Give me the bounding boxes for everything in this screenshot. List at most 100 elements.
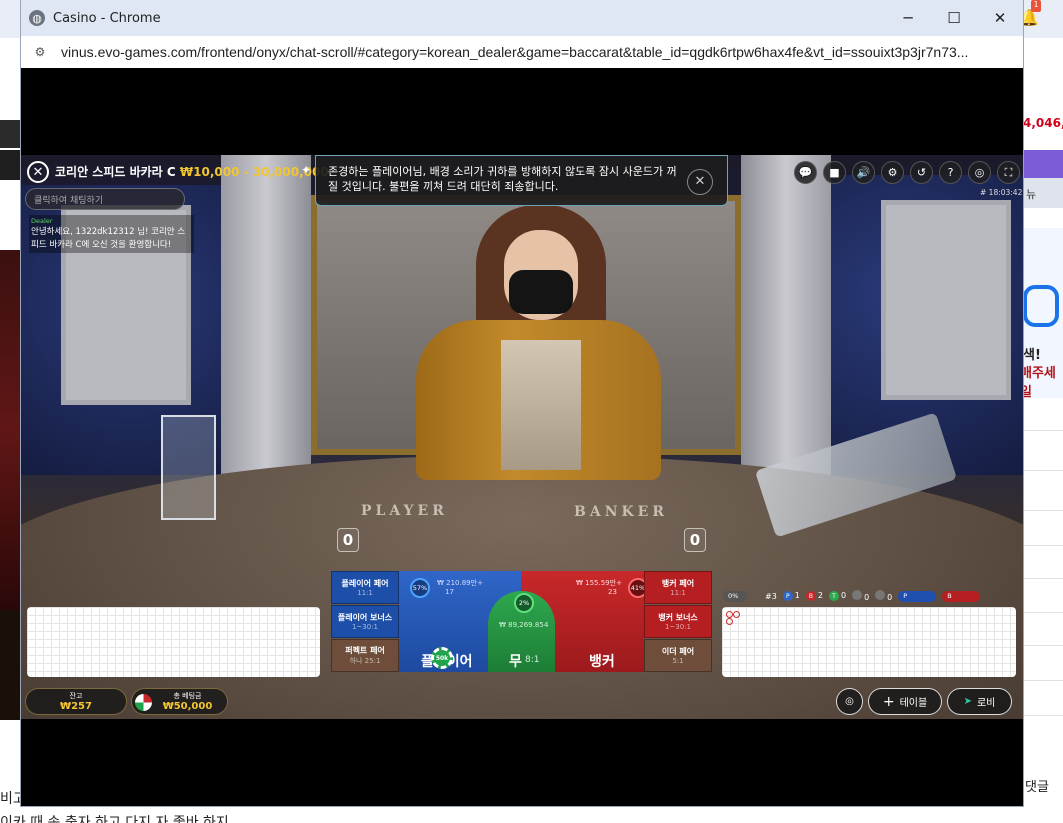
round-number: #3	[765, 591, 777, 601]
bet-banker-bonus-odds: 1~30:1	[664, 623, 692, 631]
ask-player-button[interactable]: P	[898, 590, 937, 602]
background-left-panel	[0, 120, 22, 148]
balance-value: ₩257	[60, 701, 92, 712]
history-icon[interactable]: ↺	[910, 161, 933, 184]
chat-icon[interactable]: 💬	[794, 161, 817, 184]
close-window-button[interactable]: ✕	[977, 0, 1023, 36]
banker-score: 0	[684, 528, 706, 552]
bet-banker-pair-odds: 11:1	[670, 589, 686, 597]
stat-banker: B2	[805, 590, 823, 602]
bet-banker-pair[interactable]: 뱅커 페어 11:1	[644, 571, 712, 604]
bet-banker-bonus[interactable]: 뱅커 보너스 1~30:1	[644, 605, 712, 638]
discard-tray	[161, 415, 216, 520]
background-left-game-thumb	[0, 250, 22, 610]
lobby-button[interactable]: ➤ 로비	[947, 688, 1012, 715]
chat-message-text: 안녕하세요, 1322dk12312 님! 코리안 스피드 바카라 C에 오신 …	[31, 227, 186, 250]
chat-message: Dealer 안녕하세요, 1322dk12312 님! 코리안 스피드 바카라…	[29, 215, 194, 254]
background-ad-text: 색!	[1023, 348, 1041, 363]
help-icon[interactable]: ?	[939, 161, 962, 184]
bet-either-pair-odds: 5:1	[672, 657, 684, 665]
table-title: 코리안 스피드 바카라 C ₩10,000 - 30,000,000	[55, 163, 329, 180]
stat-player-pair-count: 0	[864, 593, 870, 602]
notice-close-button[interactable]: ✕	[687, 169, 713, 195]
stat-tie-count: 0	[840, 590, 847, 600]
window-titlebar[interactable]: ◍ Casino - Chrome ─ ☐ ✕	[21, 0, 1023, 36]
favorite-star-icon[interactable]: ✦	[301, 163, 311, 177]
table-banker-label: BANKER	[574, 504, 668, 520]
video-icon[interactable]: ■	[823, 161, 846, 184]
maximize-button[interactable]: ☐	[931, 0, 977, 36]
fullscreen-icon[interactable]: ⛶	[997, 161, 1020, 184]
betting-area: 플레이어 페어 11:1 플레이어 보너스 1~30:1 퍼펙트 페어 하나 25:1…	[331, 571, 712, 672]
globe-icon: ◍	[29, 10, 45, 26]
notification-badge: 1	[1031, 0, 1041, 12]
url-text[interactable]: vinus.evo-games.com/frontend/onyx/chat-s…	[61, 44, 1021, 60]
studio-frame-right	[881, 200, 1011, 400]
total-bet-label: 총 베팅금	[173, 692, 202, 700]
balance-label: 잔고	[69, 692, 83, 700]
bet-banker-pair-label: 뱅커 페어	[661, 579, 695, 588]
bet-perfect-pair[interactable]: 퍼펙트 페어 하나 25:1	[331, 639, 399, 672]
bet-perfect-pair-label: 퍼펙트 페어	[345, 646, 385, 655]
table-name: 코리안 스피드 바카라 C	[55, 165, 176, 179]
tables-button[interactable]: + 테이블	[868, 688, 942, 715]
bet-player-bonus[interactable]: 플레이어 보너스 1~30:1	[331, 605, 399, 638]
bet-player-pair[interactable]: 플레이어 페어 11:1	[331, 571, 399, 604]
tie-percent: 2%	[514, 593, 534, 613]
bet-banker-label: 뱅커	[589, 654, 615, 670]
background-comments-link[interactable]: 댓글	[1025, 776, 1049, 795]
big-road[interactable]	[722, 607, 1016, 677]
table-player-label: PLAYER	[361, 503, 448, 519]
lobby-button-label: 로비	[976, 698, 996, 709]
window-title: Casino - Chrome	[53, 10, 161, 26]
stats-toggle[interactable]: 0%	[723, 590, 747, 602]
road-banker-mark	[726, 618, 733, 625]
bet-tie-label: 무	[509, 654, 522, 670]
casino-popup-window: ◍ Casino - Chrome ─ ☐ ✕ ⚙ vinus.evo-game…	[21, 0, 1023, 806]
stat-player-pair: 0	[852, 590, 869, 602]
chip-selector-button[interactable]: ◎	[836, 688, 863, 715]
stat-banker-count: 2	[817, 590, 823, 600]
sound-icon[interactable]: 🔊	[852, 161, 875, 184]
road-banker-mark	[733, 611, 740, 618]
stat-player: P1	[782, 590, 800, 602]
player-percent: 57%	[410, 578, 430, 598]
notice-text: 존경하는 플레이어님, 배경 소리가 귀하를 방해하지 않도록 잠시 사운드가 …	[328, 165, 677, 194]
placed-chip[interactable]: 50k	[431, 647, 453, 669]
reload-icon[interactable]: ◎	[968, 161, 991, 184]
site-settings-icon[interactable]: ⚙	[31, 43, 49, 61]
close-game-button[interactable]: ✕	[27, 161, 49, 183]
bet-banker-bonus-label: 뱅커 보너스	[658, 613, 698, 622]
player-bet-count: 17	[445, 588, 454, 596]
sound-notice-banner: 존경하는 플레이어님, 배경 소리가 귀하를 방해하지 않도록 잠시 사운드가 …	[315, 155, 728, 206]
background-purple-button[interactable]	[1023, 150, 1063, 178]
studio-pillar-right	[741, 155, 831, 475]
background-balance-number: 4,046,0	[1023, 116, 1063, 130]
bead-road[interactable]	[27, 607, 320, 677]
tables-button-label: 테이블	[899, 698, 928, 709]
background-left-game-thumb-2	[0, 610, 22, 720]
settings-icon[interactable]: ⚙	[881, 161, 904, 184]
bet-either-pair[interactable]: 이더 페어 5:1	[644, 639, 712, 672]
address-bar[interactable]: ⚙ vinus.evo-games.com/frontend/onyx/chat…	[21, 36, 1023, 68]
dealer-inner-garment	[501, 340, 581, 470]
total-bet-display: 총 베팅금 ₩50,000	[131, 688, 228, 715]
plus-icon: +	[882, 693, 895, 710]
ask-banker-button[interactable]: B	[942, 590, 981, 602]
minimize-button[interactable]: ─	[885, 0, 931, 36]
chat-input[interactable]: 클릭하여 채팅하기	[25, 188, 185, 210]
background-menu-item[interactable]: 뉴	[1023, 178, 1063, 208]
background-menu-label: 뉴	[1026, 188, 1037, 201]
bet-tie-odds: 8:1	[525, 655, 540, 665]
chat-sender: Dealer	[31, 217, 53, 225]
background-ad-text-2: 매주세일	[1020, 366, 1056, 400]
stat-banker-pair: 0	[875, 590, 892, 602]
stat-banker-pair-count: 0	[887, 593, 893, 602]
background-left-panel-2	[0, 150, 22, 180]
tie-bet-count: 4	[544, 621, 549, 629]
bet-either-pair-label: 이더 페어	[661, 647, 695, 656]
game-toolbar: 💬 ■ 🔊 ⚙ ↺ ? ◎ ⛶	[794, 161, 1020, 184]
stat-player-count: 1	[794, 590, 800, 600]
game-round-time: # 18:03:42	[980, 188, 1023, 197]
bet-player-pair-label: 플레이어 페어	[341, 579, 389, 588]
